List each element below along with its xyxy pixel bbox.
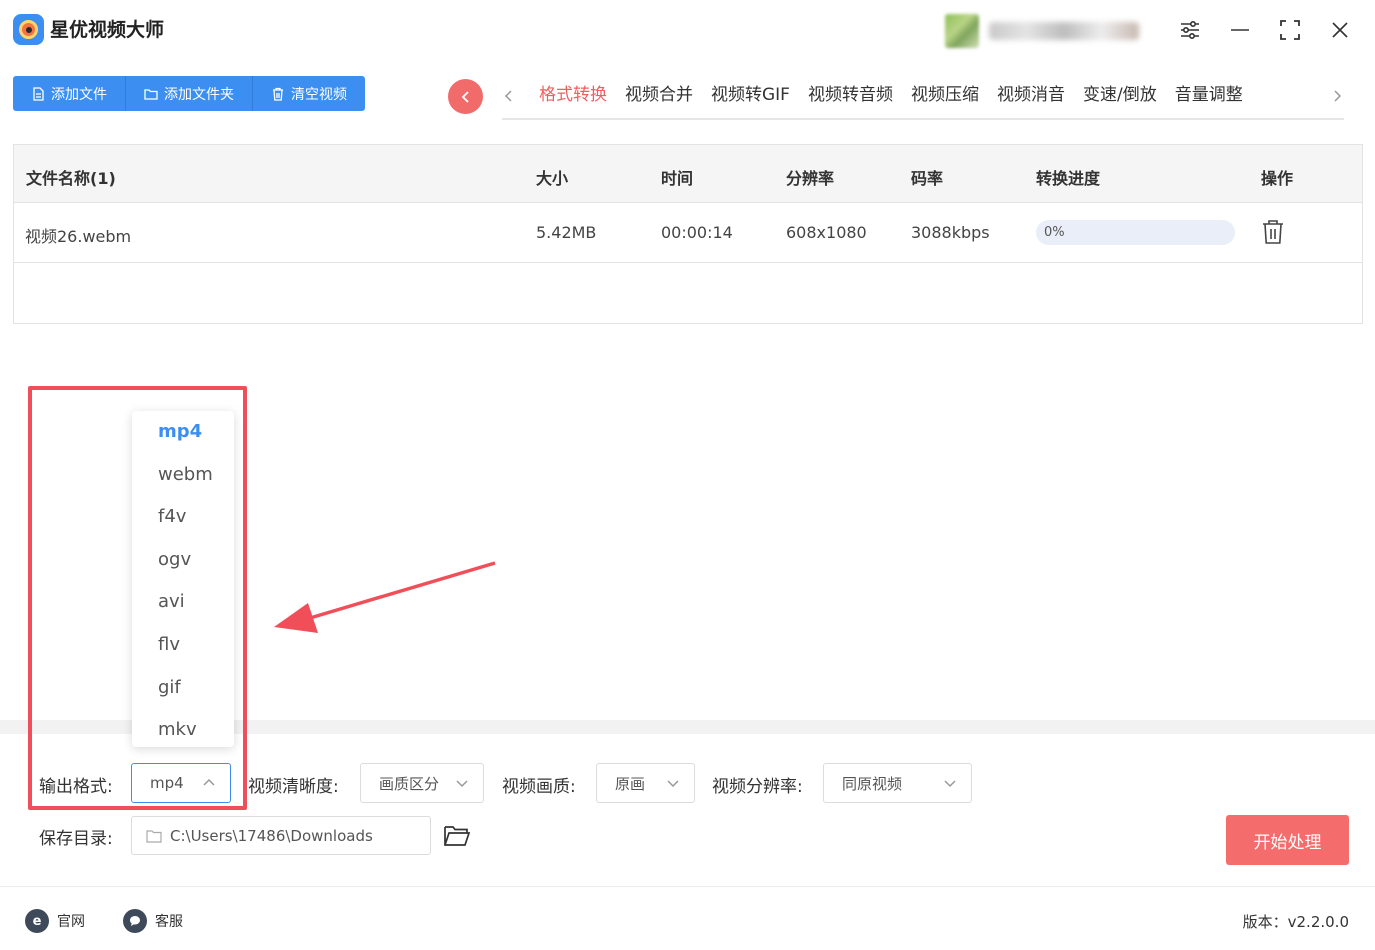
website-link[interactable]: e 官网 xyxy=(25,909,85,933)
folder-icon xyxy=(144,88,158,100)
close-icon[interactable] xyxy=(1324,14,1356,46)
resolution-label: 视频分辨率: xyxy=(712,777,803,797)
add-folder-button[interactable]: 添加文件夹 xyxy=(126,76,253,111)
fullscreen-icon[interactable] xyxy=(1274,14,1306,46)
col-size: 大小 xyxy=(536,169,569,188)
col-filename: 文件名称(1) xyxy=(26,169,116,188)
website-e-icon: e xyxy=(25,909,49,933)
version-label: 版本：v2.2.0.0 xyxy=(1242,913,1349,931)
minimize-icon[interactable] xyxy=(1224,14,1256,46)
progress-text: 0% xyxy=(1044,225,1065,240)
cell-filename: 视频26.webm xyxy=(25,227,132,246)
tab-format-convert[interactable]: 格式转换 xyxy=(530,80,616,120)
chevron-down-icon xyxy=(667,780,679,788)
chevron-down-icon xyxy=(944,780,956,788)
quality-value: 原画 xyxy=(615,774,646,793)
settings-sliders-icon[interactable] xyxy=(1174,14,1206,46)
resolution-value: 同原视频 xyxy=(842,774,903,793)
clarity-label: 视频清晰度: xyxy=(248,777,339,797)
cell-duration: 00:00:14 xyxy=(661,223,733,242)
resolution-select[interactable]: 同原视频 xyxy=(823,763,972,803)
support-label: 客服 xyxy=(155,914,183,930)
tabs-scroll-right-icon[interactable] xyxy=(1329,84,1345,108)
add-folder-label: 添加文件夹 xyxy=(164,86,234,103)
folder-icon xyxy=(146,829,162,843)
username-blurred xyxy=(989,22,1139,40)
progress-bar: 0% xyxy=(1036,220,1235,245)
tab-volume-adjust[interactable]: 音量调整 xyxy=(1166,80,1252,120)
clear-videos-label: 清空视频 xyxy=(291,86,347,103)
user-account[interactable] xyxy=(945,14,1150,48)
add-file-label: 添加文件 xyxy=(51,86,107,103)
tab-video-compress[interactable]: 视频压缩 xyxy=(902,80,988,120)
quality-select[interactable]: 原画 xyxy=(596,763,695,803)
cell-bitrate: 3088kbps xyxy=(911,223,990,242)
save-dir-input[interactable]: C:\Users\17486\Downloads xyxy=(131,816,431,855)
clear-videos-button[interactable]: 清空视频 xyxy=(253,76,365,111)
avatar[interactable] xyxy=(945,14,979,48)
file-table: 文件名称(1) 大小 时间 分辨率 码率 转换进度 操作 视频26.webm 5… xyxy=(13,144,1363,324)
table-header: 文件名称(1) 大小 时间 分辨率 码率 转换进度 操作 xyxy=(14,145,1362,203)
save-dir-value: C:\Users\17486\Downloads xyxy=(170,826,373,845)
title-bar: 星优视频大师 xyxy=(0,0,1375,62)
clarity-select[interactable]: 画质区分 xyxy=(360,763,484,803)
col-bitrate: 码率 xyxy=(911,169,944,188)
open-folder-icon[interactable] xyxy=(443,823,471,849)
col-actions: 操作 xyxy=(1261,169,1294,188)
tabs-scroll-left-icon[interactable] xyxy=(501,84,517,108)
back-button[interactable] xyxy=(448,79,483,114)
clarity-value: 画质区分 xyxy=(379,774,440,793)
trash-icon xyxy=(273,87,283,101)
col-progress: 转换进度 xyxy=(1036,169,1101,188)
add-file-button[interactable]: 添加文件 xyxy=(13,76,126,111)
table-row[interactable]: 视频26.webm 5.42MB 00:00:14 608x1080 3088k… xyxy=(14,203,1362,263)
chat-bubble-icon xyxy=(123,909,147,933)
delete-icon[interactable] xyxy=(1261,219,1285,245)
chevron-down-icon xyxy=(456,780,468,788)
start-processing-button[interactable]: 开始处理 xyxy=(1226,815,1349,865)
tab-video-to-gif[interactable]: 视频转GIF xyxy=(702,80,799,120)
app-title: 星优视频大师 xyxy=(50,19,165,41)
chevron-left-icon xyxy=(461,90,469,103)
tab-video-mute[interactable]: 视频消音 xyxy=(988,80,1074,120)
col-duration: 时间 xyxy=(661,169,694,188)
file-toolbar: 添加文件 添加文件夹 清空视频 xyxy=(13,76,365,111)
col-resolution: 分辨率 xyxy=(786,169,835,188)
function-tabs: 格式转换 视频合并 视频转GIF 视频转音频 视频压缩 视频消音 变速/倒放 音… xyxy=(530,80,1252,120)
support-link[interactable]: 客服 xyxy=(123,909,183,933)
annotation-highlight-box xyxy=(28,386,247,810)
website-label: 官网 xyxy=(57,914,85,930)
cell-size: 5.42MB xyxy=(536,223,597,242)
tab-video-to-audio[interactable]: 视频转音频 xyxy=(799,80,902,120)
tab-speed-reverse[interactable]: 变速/倒放 xyxy=(1074,80,1166,120)
footer: e 官网 客服 版本：v2.2.0.0 xyxy=(0,886,1375,950)
app-logo-icon xyxy=(13,14,44,45)
save-dir-label: 保存目录: xyxy=(39,829,113,849)
quality-label: 视频画质: xyxy=(502,777,576,797)
tab-video-merge[interactable]: 视频合并 xyxy=(616,80,702,120)
cell-resolution: 608x1080 xyxy=(786,223,867,242)
file-icon xyxy=(33,86,44,101)
annotation-arrow xyxy=(274,561,496,633)
tabs-divider xyxy=(502,118,1344,120)
